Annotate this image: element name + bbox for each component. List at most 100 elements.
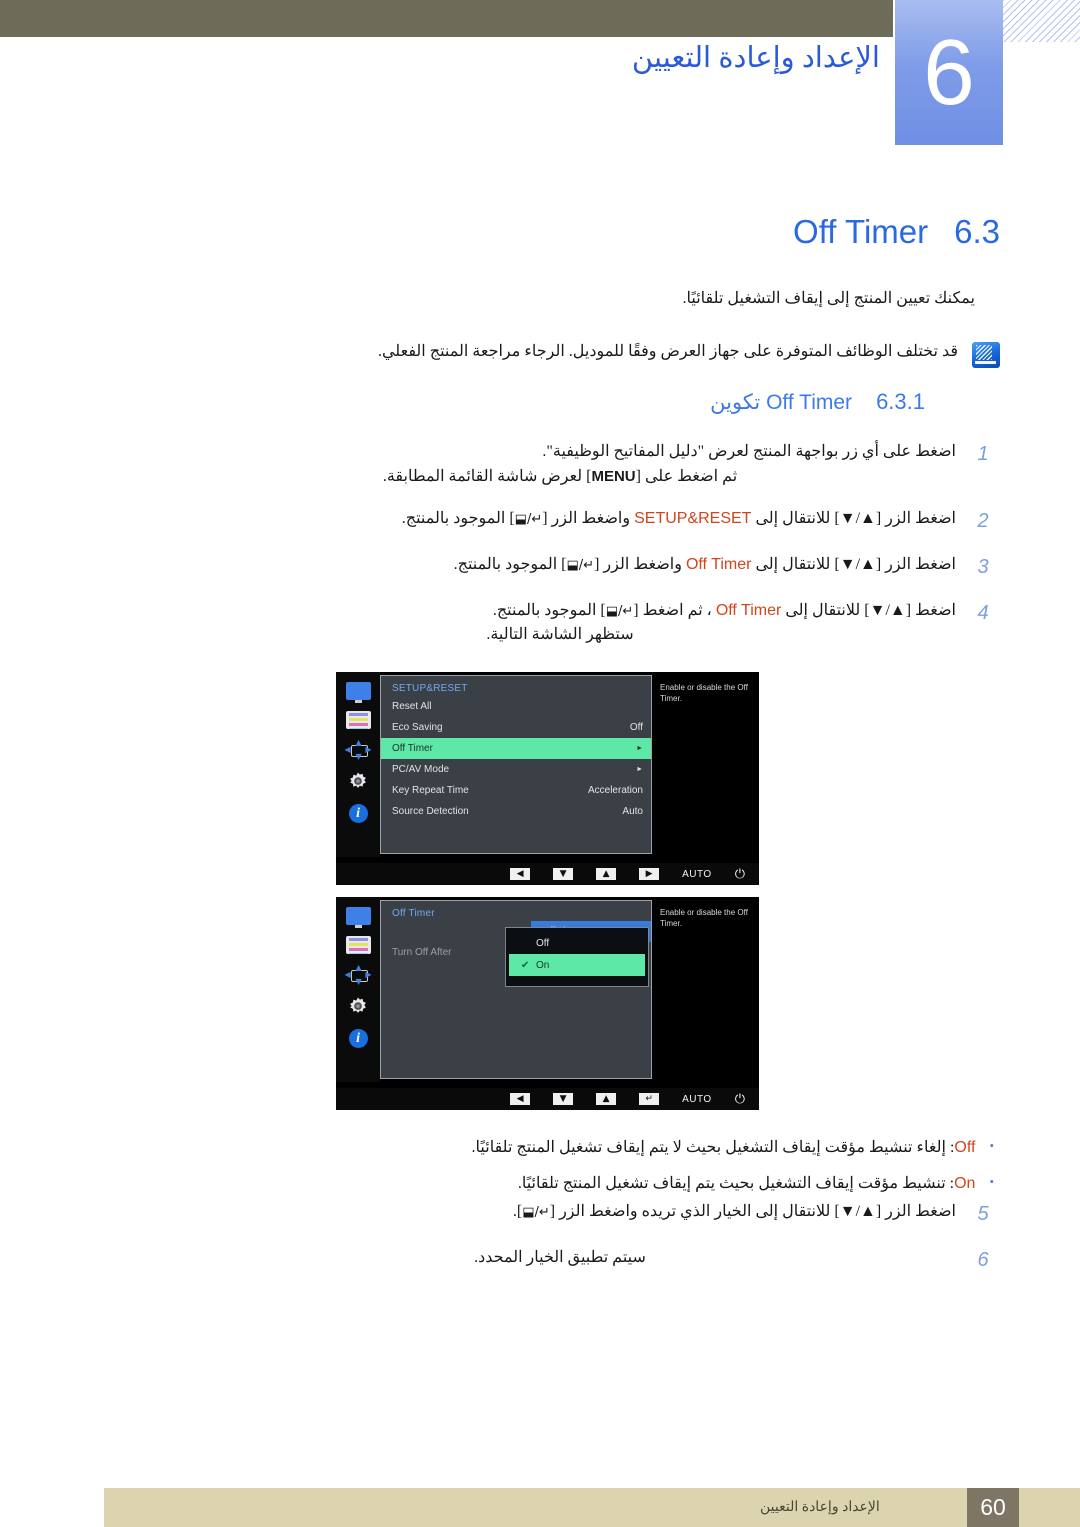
osd-menu-row-selected[interactable]: Off Timer ► <box>381 738 651 759</box>
step-body: سيتم تطبيق الخيار المحدد. <box>164 1246 956 1271</box>
section-intro-text: يمكنك تعيين المنتج إلى إيقاف التشغيل تلق… <box>682 290 975 307</box>
color-bars-icon <box>345 711 371 729</box>
step-number: 1 <box>977 443 989 465</box>
step-line: سيتم تطبيق الخيار المحدد. <box>474 1249 646 1266</box>
enter-key-icon[interactable]: ↵ <box>639 1093 660 1105</box>
bullet-icon: • <box>989 1138 994 1153</box>
gear-icon <box>347 771 369 793</box>
note-text: قد تختلف الوظائف المتوفرة على جهاز العرض… <box>377 343 958 360</box>
info-icon: i <box>348 1029 368 1048</box>
osd-menu-row[interactable]: Reset All <box>381 696 651 717</box>
options-bullet-list: • Off: إلغاء تنشيط مؤقت إيقاف التشغيل بح… <box>164 1136 994 1208</box>
step-line: اضغط على أي زر بواجهة المنتج لعرض "دليل … <box>542 443 956 460</box>
step-item: 1 اضغط على أي زر بواجهة المنتج لعرض "دلي… <box>164 440 994 490</box>
auto-key-label[interactable]: AUTO <box>682 869 712 880</box>
keyword-off-timer: Off Timer <box>685 555 752 573</box>
step-line: اضغط الزر [▲/▼] للانتقال إلى الخيار الذي… <box>164 1200 956 1225</box>
section-number: 6.3 <box>954 213 1000 250</box>
step-text-c: ] الموجود بالمنتج. <box>453 555 567 573</box>
osd-row-label: PC/AV Mode <box>392 764 450 775</box>
osd-control-bar: ◀ ▼ ▲ ▶ AUTO ⏻ <box>336 863 759 885</box>
osd-option-off[interactable]: Off <box>509 932 645 954</box>
note-block: قد تختلف الوظائف المتوفرة على جهاز العرض… <box>180 340 1000 368</box>
step-item: 3 اضغط الزر [▲/▼] للانتقال إلى Off Timer… <box>164 553 994 582</box>
step-text-a: اضغط الزر [▲/▼] للانتقال إلى <box>755 509 956 527</box>
step-item: 6 سيتم تطبيق الخيار المحدد. <box>164 1246 994 1275</box>
subsection-heading: 6.3.1 Off Timer تكوين <box>710 389 925 415</box>
step-line: ثم اضغط على [MENU] لعرض شاشة القائمة الم… <box>164 465 956 490</box>
step-item: 2 اضغط الزر [▲/▼] للانتقال إلى SETUP&RES… <box>164 507 994 536</box>
osd-menu-panel: Off Timer Off Timer Turn Off After Off ✔… <box>380 900 652 1079</box>
osd-menu-row[interactable]: Key Repeat Time Acceleration <box>381 780 651 801</box>
step-number: 2 <box>977 509 989 532</box>
step-line: اضغط الزر [▲/▼] للانتقال إلى SETUP&RESET… <box>164 507 956 532</box>
osd-menu-row[interactable]: Eco Saving Off <box>381 717 651 738</box>
step-number: 4 <box>977 601 989 624</box>
step-line: ستظهر الشاشة التالية. <box>486 626 634 644</box>
step-line: اضغط الزر [▲/▼] للانتقال إلى Off Timer و… <box>164 553 956 578</box>
osd-option-on[interactable]: ✔ On <box>509 954 645 976</box>
section-name: Off Timer <box>793 213 929 250</box>
osd-row-label: Eco Saving <box>392 722 443 733</box>
osd-row-label: Off Timer <box>392 743 433 754</box>
step-body: اضغط الزر [▲/▼] للانتقال إلى SETUP&RESET… <box>164 507 956 532</box>
header-band <box>0 0 893 37</box>
bullet-icon: • <box>989 1174 994 1189</box>
step-body: اضغط على أي زر بواجهة المنتج لعرض "دليل … <box>164 440 956 490</box>
note-icon <box>972 342 1000 368</box>
step-item: 4 اضغط [▲/▼] للانتقال إلى Off Timer ، ثم… <box>164 599 994 649</box>
osd-menu-row[interactable]: Source Detection Auto <box>381 801 651 822</box>
down-arrow-key-icon[interactable]: ▼ <box>553 868 574 880</box>
step-item: 5 اضغط الزر [▲/▼] للانتقال إلى الخيار ال… <box>164 1200 994 1229</box>
button-glyph: ↵/⬓ <box>522 1205 550 1220</box>
power-icon[interactable]: ⏻ <box>735 867 745 882</box>
subsection-name-ar: تكوين <box>710 391 761 414</box>
section-heading: 6.3 Off Timer <box>793 213 1000 251</box>
up-arrow-key-icon[interactable]: ▲ <box>596 868 617 880</box>
osd-option-label: On <box>536 959 550 971</box>
decorative-hatch-pattern <box>1003 0 1080 42</box>
page-number: 60 <box>967 1488 1019 1527</box>
keyword-setup-reset: SETUP&RESET <box>634 509 752 527</box>
osd-row-label: Source Detection <box>392 806 469 817</box>
osd-help-text: Enable or disable the Off Timer. <box>654 900 758 1079</box>
gear-icon <box>347 996 369 1018</box>
list-item: • Off: إلغاء تنشيط مؤقت إيقاف التشغيل بح… <box>164 1136 994 1160</box>
osd-option-popup: Off ✔ On <box>505 927 649 987</box>
left-arrow-key-icon[interactable]: ◀ <box>510 868 531 880</box>
auto-key-label[interactable]: AUTO <box>682 1094 712 1105</box>
up-arrow-key-icon[interactable]: ▲ <box>596 1093 617 1105</box>
step-text-c: ]. <box>512 1203 523 1220</box>
subsection-name: Off Timer تكوين <box>710 390 852 415</box>
right-arrow-key-icon[interactable]: ▶ <box>639 868 660 880</box>
osd-menu-row[interactable]: PC/AV Mode ► <box>381 759 651 780</box>
chevron-right-icon: ► <box>636 766 643 773</box>
osd-row-label: Turn Off After <box>392 947 452 958</box>
chapter-number: 6 <box>923 20 975 124</box>
osd-menu-title: Off Timer <box>392 908 435 919</box>
power-icon[interactable]: ⏻ <box>735 1092 745 1107</box>
osd-menu-title: SETUP&RESET <box>392 683 468 694</box>
step-text-b: ، ثم اضغط [ <box>633 601 712 619</box>
check-icon: ✔ <box>521 959 530 971</box>
osd-row-value: Off <box>629 722 643 733</box>
step-line: اضغط [▲/▼] للانتقال إلى Off Timer ، ثم ا… <box>164 599 956 624</box>
down-arrow-key-icon[interactable]: ▼ <box>553 1093 574 1105</box>
bullet-description: : تنشيط مؤقت إيقاف التشغيل بحيث يتم إيقا… <box>517 1175 955 1192</box>
position-icon: ▲ ▼ ◀ ▶ <box>344 738 372 761</box>
steps-list: 1 اضغط على أي زر بواجهة المنتج لعرض "دلي… <box>164 440 994 665</box>
osd-help-text: Enable or disable the Off Timer. <box>654 675 758 854</box>
step-number: 5 <box>977 1203 989 1225</box>
step-text-a: اضغط [▲/▼] للانتقال إلى <box>785 601 956 619</box>
osd-menu-panel: SETUP&RESET Reset All Eco Saving Off Off… <box>380 675 652 854</box>
button-glyph: ↵/⬓ <box>605 603 634 619</box>
osd-screenshot-setup-reset: ▲ ▼ ◀ ▶ i SETUP&RESET Reset All Eco Saving … <box>336 672 759 885</box>
left-arrow-key-icon[interactable]: ◀ <box>510 1093 531 1105</box>
button-glyph: ↵/⬓ <box>566 557 595 573</box>
osd-row-label: Reset All <box>392 701 432 712</box>
osd-row-label: Key Repeat Time <box>392 785 469 796</box>
position-icon: ▲ ▼ ◀ ▶ <box>344 963 372 986</box>
step-text-c: ] الموجود بالمنتج. <box>401 509 515 527</box>
monitor-icon <box>345 907 371 928</box>
step-number: 6 <box>977 1249 989 1271</box>
